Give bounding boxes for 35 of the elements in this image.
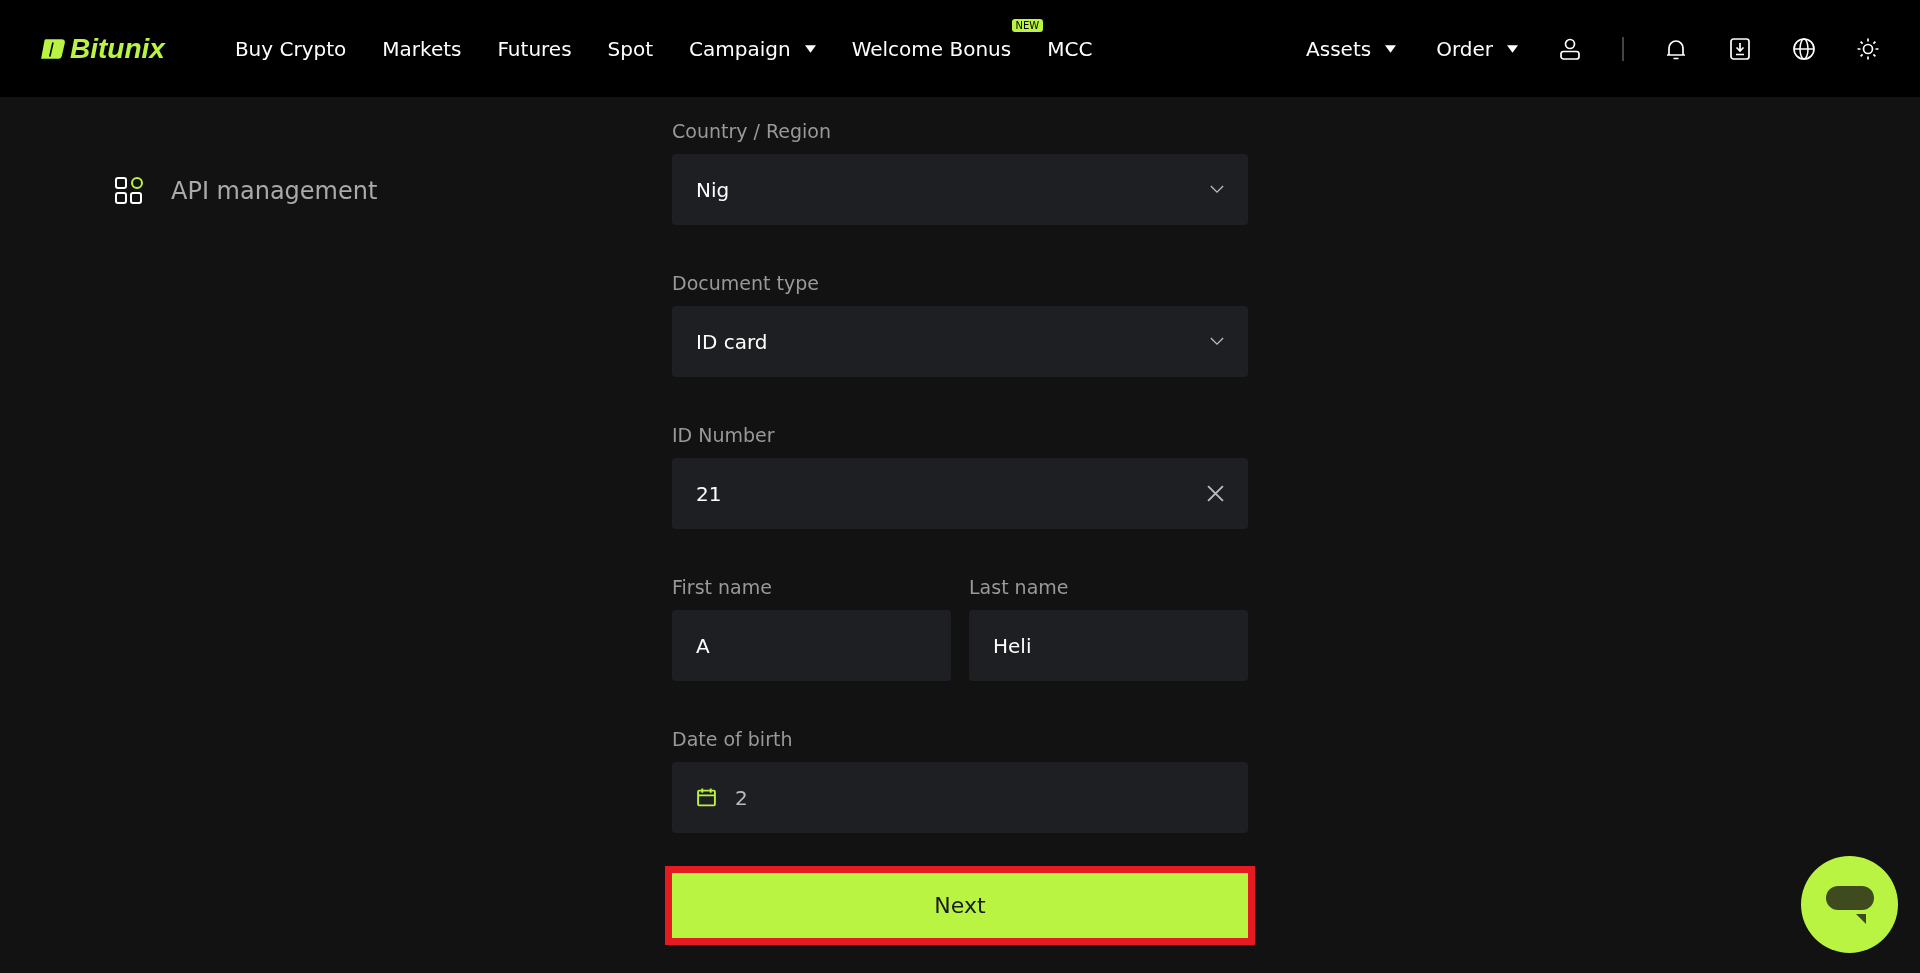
globe-icon[interactable] — [1792, 36, 1816, 61]
field-label: Date of birth — [672, 728, 794, 750]
logo-icon — [40, 37, 66, 60]
logo-text[interactable]: Bitunix — [70, 32, 165, 65]
nav-link[interactable]: Spot — [589, 36, 672, 61]
input-field[interactable]: A — [672, 610, 951, 681]
nav-link[interactable]: MCC — [1029, 36, 1111, 61]
select-field[interactable]: ID card — [672, 306, 1248, 377]
calendar-icon — [696, 787, 717, 808]
user-icon[interactable] — [1558, 36, 1582, 61]
nav-link[interactable]: Campaign — [671, 36, 834, 61]
sun-icon[interactable] — [1856, 36, 1880, 61]
field-label: ID Number — [672, 424, 776, 446]
sidebar-item[interactable]: API management — [115, 177, 378, 205]
chat-icon — [1824, 885, 1875, 924]
date-field[interactable]: 2 — [672, 762, 1248, 833]
field-label: Document type — [672, 272, 820, 294]
nav-link[interactable]: Buy Crypto — [216, 36, 365, 61]
nav-link[interactable]: Markets — [364, 36, 480, 61]
chevron-down-icon — [1210, 337, 1224, 346]
field-label: Last name — [969, 576, 1070, 598]
field-label: Country / Region — [672, 120, 832, 142]
chevron-down-icon — [1210, 185, 1224, 194]
new-badge: NEW — [1011, 18, 1044, 32]
field-label: First name — [672, 576, 773, 598]
grid-icon — [115, 177, 143, 205]
nav-menu[interactable]: Assets — [1306, 36, 1397, 61]
input-field[interactable]: 21 — [672, 458, 1248, 529]
download-icon[interactable] — [1728, 36, 1752, 61]
nav-link[interactable]: Futures — [479, 36, 590, 61]
input-field[interactable]: Heli — [969, 610, 1248, 681]
nav-menu[interactable]: Order — [1436, 36, 1518, 61]
select-field[interactable]: Nig — [672, 154, 1248, 225]
clear-icon[interactable] — [1207, 485, 1224, 502]
next-button[interactable]: Next — [672, 873, 1248, 938]
